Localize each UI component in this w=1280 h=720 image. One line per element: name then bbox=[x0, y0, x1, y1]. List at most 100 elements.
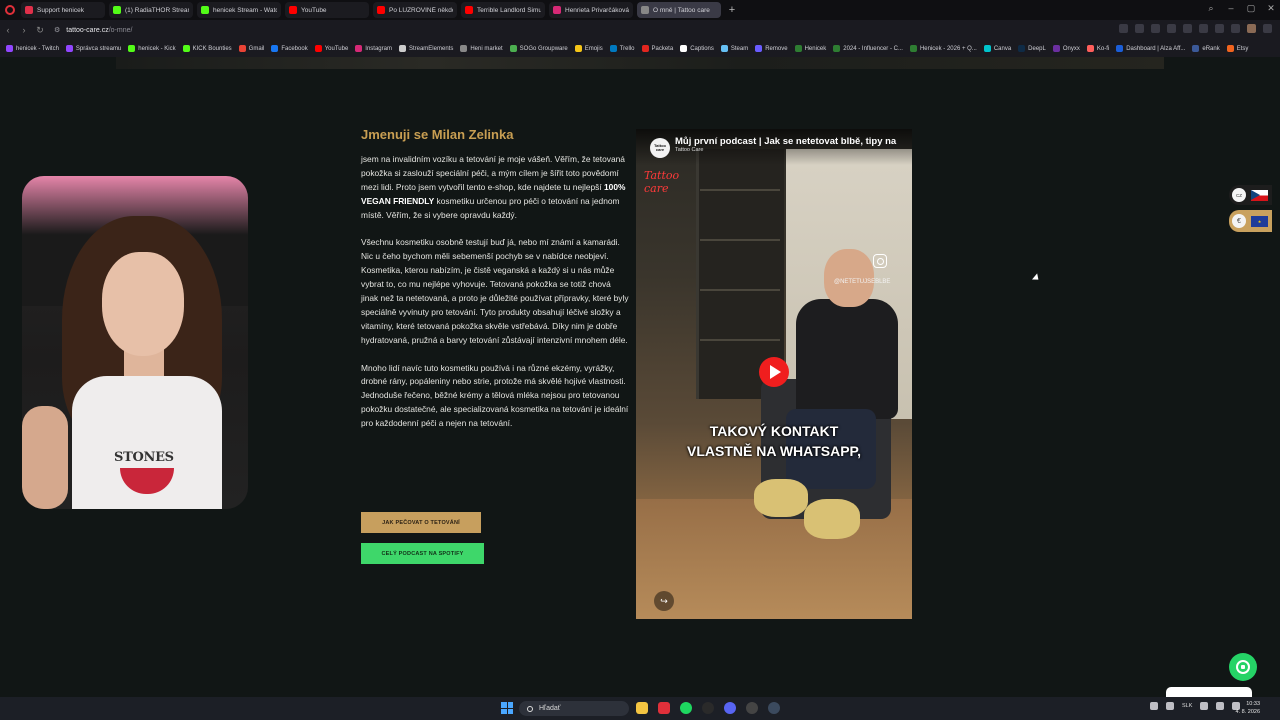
profile-avatar[interactable] bbox=[1247, 24, 1256, 33]
search-icon bbox=[527, 705, 533, 712]
browser-tab[interactable]: Support henicek bbox=[21, 2, 105, 18]
bookmark-item[interactable]: Onyxx bbox=[1052, 45, 1080, 52]
bookmark-favicon-icon bbox=[983, 45, 991, 52]
bookmark-item[interactable]: Trello bbox=[609, 45, 635, 52]
language-switcher[interactable]: CZ bbox=[1229, 185, 1272, 205]
close-window-button[interactable]: ✕ bbox=[1266, 3, 1276, 14]
hero-image-bottom-edge bbox=[116, 57, 1164, 69]
bookmark-item[interactable]: Henicek - 2026 + Q... bbox=[909, 45, 977, 52]
bookmark-item[interactable]: Dashboard | Alza Aff... bbox=[1116, 45, 1185, 52]
bookmark-item[interactable]: Captions bbox=[680, 45, 714, 52]
steam-icon[interactable] bbox=[768, 702, 780, 714]
maximize-button[interactable]: ▢ bbox=[1246, 3, 1256, 14]
tab-favicon-icon bbox=[553, 6, 561, 14]
tattoo-care-button[interactable]: JAK PEČOVAT O TETOVÁNÍ bbox=[361, 512, 481, 533]
browser-tab[interactable]: Terrible Landlord Simulat bbox=[461, 2, 545, 18]
bookmark-label: Onyxx bbox=[1062, 45, 1080, 52]
page-title: Jmenuji se Milan Zelinka bbox=[361, 127, 514, 142]
play-button[interactable] bbox=[759, 357, 789, 387]
extension-icon[interactable] bbox=[1183, 24, 1192, 33]
extension-icon[interactable] bbox=[1119, 24, 1128, 33]
extension-icon[interactable] bbox=[1199, 24, 1208, 33]
discord-icon[interactable] bbox=[724, 702, 736, 714]
bookmark-item[interactable]: Etsy bbox=[1226, 45, 1248, 52]
chevron-up-icon[interactable] bbox=[1150, 702, 1158, 710]
volume-icon[interactable] bbox=[1216, 702, 1225, 710]
bookmark-item[interactable]: Henicek bbox=[794, 45, 826, 52]
bookmark-item[interactable]: Canva bbox=[983, 45, 1011, 52]
extension-icon[interactable] bbox=[1135, 24, 1144, 33]
menu-icon[interactable] bbox=[1263, 24, 1272, 33]
browser-tab[interactable]: Henrieta Privarčáková (@ bbox=[549, 2, 633, 18]
bookmark-item[interactable]: Instagram bbox=[355, 45, 392, 52]
browser-tab[interactable]: O mně | Tattoo care bbox=[637, 2, 721, 18]
bookmark-favicon-icon bbox=[1052, 45, 1060, 52]
bookmark-item[interactable]: henicek - Kick bbox=[128, 45, 176, 52]
spotify-podcast-button[interactable]: CELÝ PODCAST NA SPOTIFY bbox=[361, 543, 484, 564]
extension-icon[interactable] bbox=[1231, 24, 1240, 33]
reload-icon[interactable]: ↻ bbox=[32, 25, 48, 36]
bookmark-item[interactable]: Steam bbox=[720, 45, 748, 52]
opera-gx-icon[interactable] bbox=[658, 702, 670, 714]
video-channel[interactable]: Tattoo Care bbox=[675, 147, 703, 153]
bookmark-favicon-icon bbox=[355, 45, 363, 52]
new-tab-button[interactable]: + bbox=[725, 4, 739, 16]
bookmark-item[interactable]: Packeta bbox=[641, 45, 673, 52]
bookmark-label: DeepL bbox=[1028, 45, 1046, 52]
about-paragraph-1: jsem na invalidním vozíku a tetování je … bbox=[361, 154, 626, 220]
taskbar-search[interactable]: Hľadať bbox=[519, 701, 629, 716]
spotify-icon[interactable] bbox=[680, 702, 692, 714]
whatsapp-chat-button[interactable] bbox=[1229, 653, 1257, 681]
bookmark-item[interactable]: Remove bbox=[755, 45, 788, 52]
browser-tab[interactable]: Po LUZROVINĚ někdo ST bbox=[373, 2, 457, 18]
bookmark-item[interactable]: eRank bbox=[1192, 45, 1220, 52]
opera-logo-icon[interactable] bbox=[5, 5, 15, 15]
microphone-icon[interactable] bbox=[1166, 702, 1174, 710]
search-tabs-icon[interactable]: ⌕ bbox=[1206, 3, 1216, 14]
bookmark-item[interactable]: StreamElements bbox=[398, 45, 453, 52]
youtube-video-embed[interactable]: Tattoo care Tattoo care Můj první podcas… bbox=[636, 129, 912, 619]
extension-icon[interactable] bbox=[1167, 24, 1176, 33]
browser-tab[interactable]: (1) RadiaTHOR Stream - Y bbox=[109, 2, 193, 18]
bookmark-item[interactable]: DeepL bbox=[1018, 45, 1046, 52]
channel-logo[interactable]: Tattoo care bbox=[650, 138, 670, 158]
bookmark-item[interactable]: Správca streamu bbox=[65, 45, 121, 52]
bookmark-label: Gmail bbox=[248, 45, 265, 52]
back-button[interactable]: ‹ bbox=[0, 25, 16, 35]
bookmark-item[interactable]: 2024 - Influencer - C... bbox=[833, 45, 903, 52]
bookmark-item[interactable]: Ko-fi bbox=[1086, 45, 1109, 52]
bookmark-favicon-icon bbox=[680, 45, 688, 52]
url-field[interactable]: ⚙ tattoo-care.cz/o-mne/ bbox=[54, 23, 1114, 37]
network-icon[interactable] bbox=[1200, 702, 1209, 710]
bookmark-favicon-icon bbox=[641, 45, 649, 52]
clock[interactable]: 10:33 4. 8. 2026 bbox=[1232, 700, 1260, 716]
extension-icon[interactable] bbox=[1215, 24, 1224, 33]
site-info-icon[interactable]: ⚙ bbox=[54, 26, 60, 34]
file-explorer-icon[interactable] bbox=[636, 702, 648, 714]
browser-tab[interactable]: henicek Stream - Watch L bbox=[197, 2, 281, 18]
bookmark-label: Remove bbox=[765, 45, 788, 52]
obs-icon[interactable] bbox=[746, 702, 758, 714]
tab-favicon-icon bbox=[25, 6, 33, 14]
currency-switcher[interactable]: € ★ bbox=[1229, 210, 1272, 232]
bookmark-item[interactable]: SOGo Groupware bbox=[509, 45, 568, 52]
xbox-icon[interactable] bbox=[702, 702, 714, 714]
forward-button[interactable]: › bbox=[16, 25, 32, 35]
share-icon[interactable]: ↪ bbox=[654, 591, 674, 611]
bookmark-item[interactable]: henicek - Twitch bbox=[6, 45, 59, 52]
start-button[interactable] bbox=[501, 702, 513, 714]
bookmark-item[interactable]: Gmail bbox=[238, 45, 265, 52]
video-title[interactable]: Můj první podcast | Jak se netetovat blb… bbox=[675, 136, 907, 147]
extension-icon[interactable] bbox=[1151, 24, 1160, 33]
bookmark-item[interactable]: Facebook bbox=[271, 45, 308, 52]
bookmark-item[interactable]: Emojis bbox=[574, 45, 603, 52]
cookie-bar-tab[interactable] bbox=[1166, 687, 1252, 697]
bookmark-item[interactable]: YouTube bbox=[314, 45, 348, 52]
tab-label: YouTube bbox=[301, 6, 327, 14]
extension-icons bbox=[1119, 24, 1272, 33]
minimize-button[interactable]: – bbox=[1226, 3, 1236, 14]
browser-tab[interactable]: YouTube bbox=[285, 2, 369, 18]
bookmark-item[interactable]: Heni market bbox=[460, 45, 503, 52]
bookmark-item[interactable]: KICK Bounties bbox=[182, 45, 232, 52]
keyboard-language[interactable]: SLK bbox=[1182, 703, 1192, 709]
